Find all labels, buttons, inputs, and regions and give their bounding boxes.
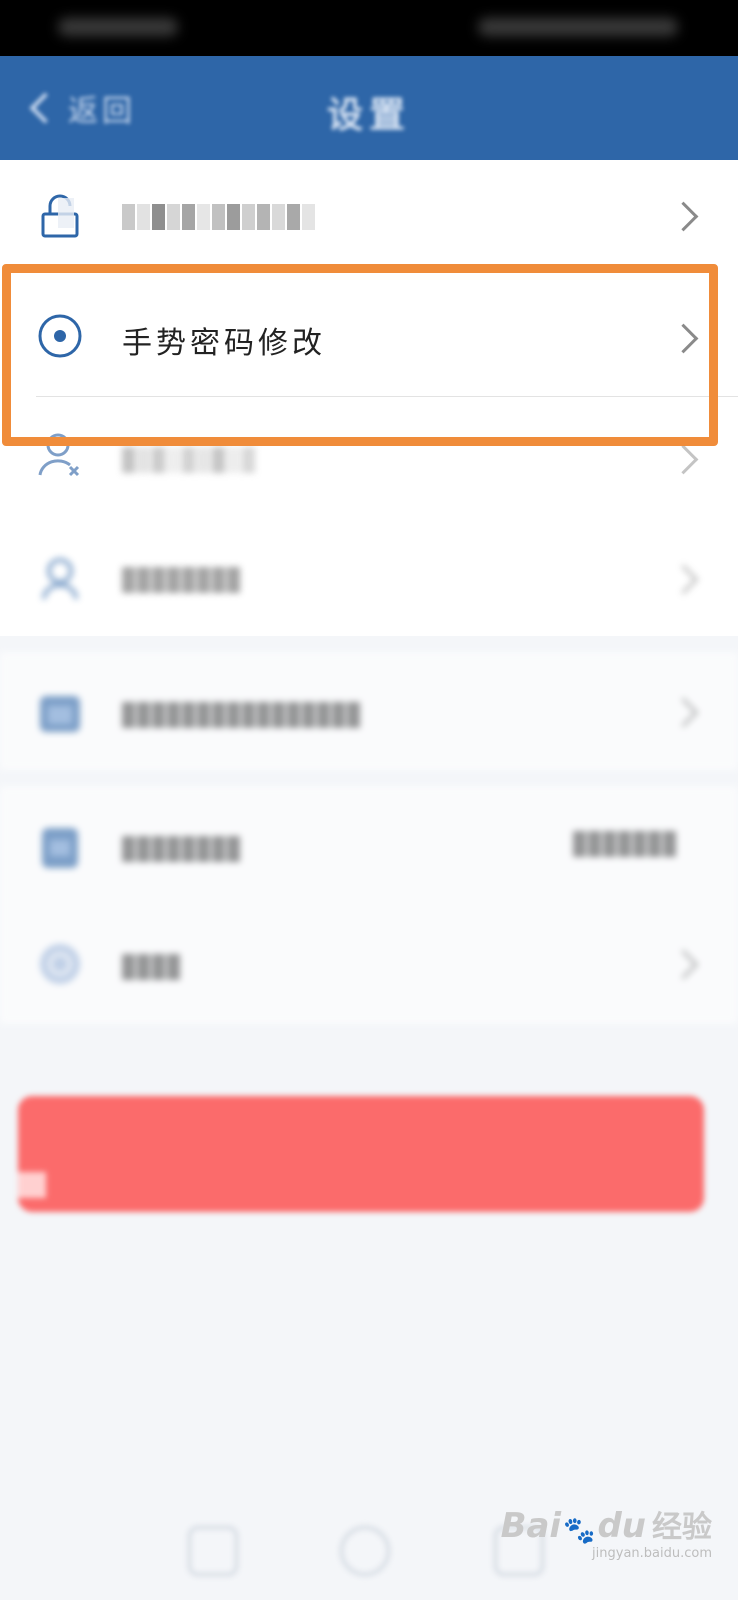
nav-home-icon[interactable] (340, 1526, 390, 1576)
navigation-bar: 返回 设置 (0, 56, 738, 160)
globe-icon (40, 944, 80, 984)
settings-group-security: 手势密码修改 (0, 160, 738, 636)
baidu-jingyan-watermark: Bai 🐾 du 经验 jingyan.baidu.com (500, 1502, 712, 1561)
watermark-logo: Bai (500, 1506, 562, 1546)
gesture-password-label: 手势密码修改 (122, 326, 326, 361)
calendar-icon (40, 696, 80, 732)
watermark-logo-tail: du (597, 1506, 646, 1546)
watermark-url: jingyan.baidu.com (592, 1546, 712, 1561)
settings-row-obscured-2[interactable] (0, 517, 738, 636)
settings-row-label-obscured (122, 561, 242, 596)
chevron-right-icon (668, 201, 699, 232)
settings-row-obscured-3[interactable] (0, 652, 738, 770)
settings-group-2 (0, 652, 738, 770)
settings-row-value-obscured (573, 826, 678, 859)
settings-group-3 (0, 786, 738, 1024)
settings-row-label-obscured (122, 441, 257, 476)
settings-row-label-obscured (122, 948, 182, 983)
lock-icon (41, 194, 79, 238)
settings-row-obscured-4[interactable] (0, 786, 738, 906)
page-title: 设置 (326, 95, 411, 136)
settings-row-gesture-password[interactable]: 手势密码修改 (0, 278, 738, 396)
status-bar (0, 0, 738, 56)
user-remove-icon (38, 433, 80, 477)
watermark-suffix: 经验 (652, 1510, 712, 1545)
settings-row-label-obscured (122, 830, 242, 865)
chevron-right-icon (668, 444, 699, 475)
chevron-right-icon (668, 697, 699, 728)
nav-back-icon[interactable] (188, 1526, 238, 1576)
chevron-right-icon (668, 564, 699, 595)
clipboard-icon (42, 828, 78, 868)
chevron-right-icon (668, 949, 699, 980)
settings-row-login-password[interactable] (0, 160, 738, 272)
radio-target-icon (38, 314, 82, 358)
settings-row-obscured-5[interactable] (0, 906, 738, 1024)
user-icon (42, 558, 78, 600)
paw-icon: 🐾 (563, 1516, 596, 1546)
chevron-right-icon (668, 323, 699, 354)
status-indicators-blurred (478, 18, 678, 36)
settings-row-label-obscured (122, 696, 362, 731)
status-carrier-blurred (58, 18, 178, 36)
logout-button[interactable] (18, 1096, 704, 1212)
settings-row-obscured-1[interactable] (0, 397, 738, 517)
settings-row-label-obscured (122, 198, 317, 233)
